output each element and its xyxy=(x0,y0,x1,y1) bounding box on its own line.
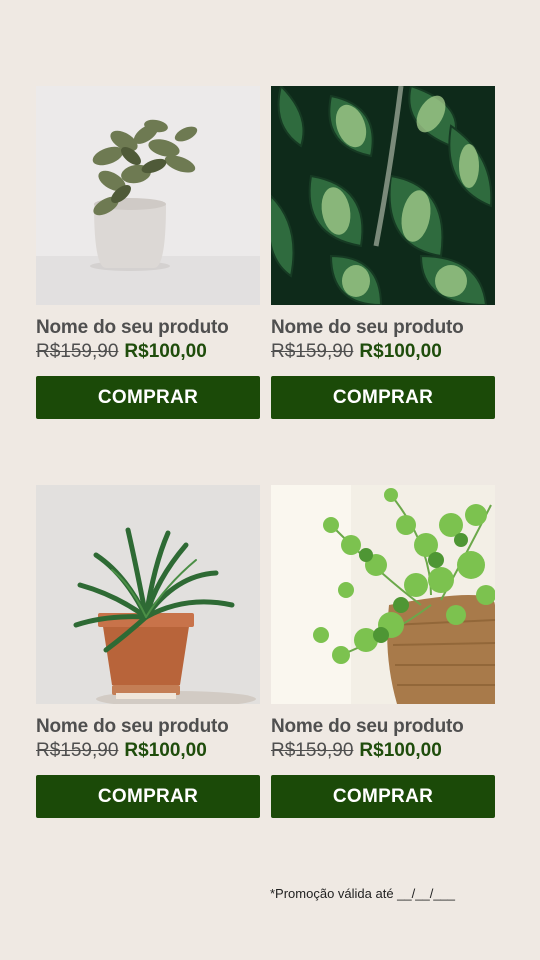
buy-button[interactable]: COMPRAR xyxy=(271,376,495,419)
price-row: R$159,90 R$100,00 xyxy=(36,738,260,765)
old-price: R$159,90 xyxy=(36,740,119,761)
new-price: R$100,00 xyxy=(124,341,207,362)
product-card-3: Nome do seu produto R$159,90 R$100,00 COM… xyxy=(36,485,260,818)
new-price: R$100,00 xyxy=(124,740,207,761)
old-price: R$159,90 xyxy=(271,341,354,362)
product-image-palm xyxy=(36,485,260,704)
product-name: Nome do seu produto xyxy=(271,317,464,338)
new-price: R$100,00 xyxy=(359,740,442,761)
product-name: Nome do seu produto xyxy=(36,716,229,737)
product-image-pilea xyxy=(271,485,495,704)
product-image-succulent xyxy=(36,86,260,305)
new-price: R$100,00 xyxy=(359,341,442,362)
buy-button[interactable]: COMPRAR xyxy=(36,775,260,818)
product-name: Nome do seu produto xyxy=(36,317,229,338)
old-price: R$159,90 xyxy=(271,740,354,761)
product-name: Nome do seu produto xyxy=(271,716,464,737)
price-row: R$159,90 R$100,00 xyxy=(271,339,495,366)
product-card-1: Nome do seu produto R$159,90 R$100,00 COM… xyxy=(36,86,260,419)
old-price: R$159,90 xyxy=(36,341,119,362)
price-row: R$159,90 R$100,00 xyxy=(36,339,260,366)
buy-button[interactable]: COMPRAR xyxy=(36,376,260,419)
product-card-2: Nome do seu produto R$159,90 R$100,00 COM… xyxy=(271,86,495,419)
price-row: R$159,90 R$100,00 xyxy=(271,738,495,765)
product-card-4: Nome do seu produto R$159,90 R$100,00 COM… xyxy=(271,485,495,818)
promotion-note: *Promoção válida até __/__/___ xyxy=(270,886,456,901)
buy-button[interactable]: COMPRAR xyxy=(271,775,495,818)
product-image-dieffenbachia xyxy=(271,86,495,305)
